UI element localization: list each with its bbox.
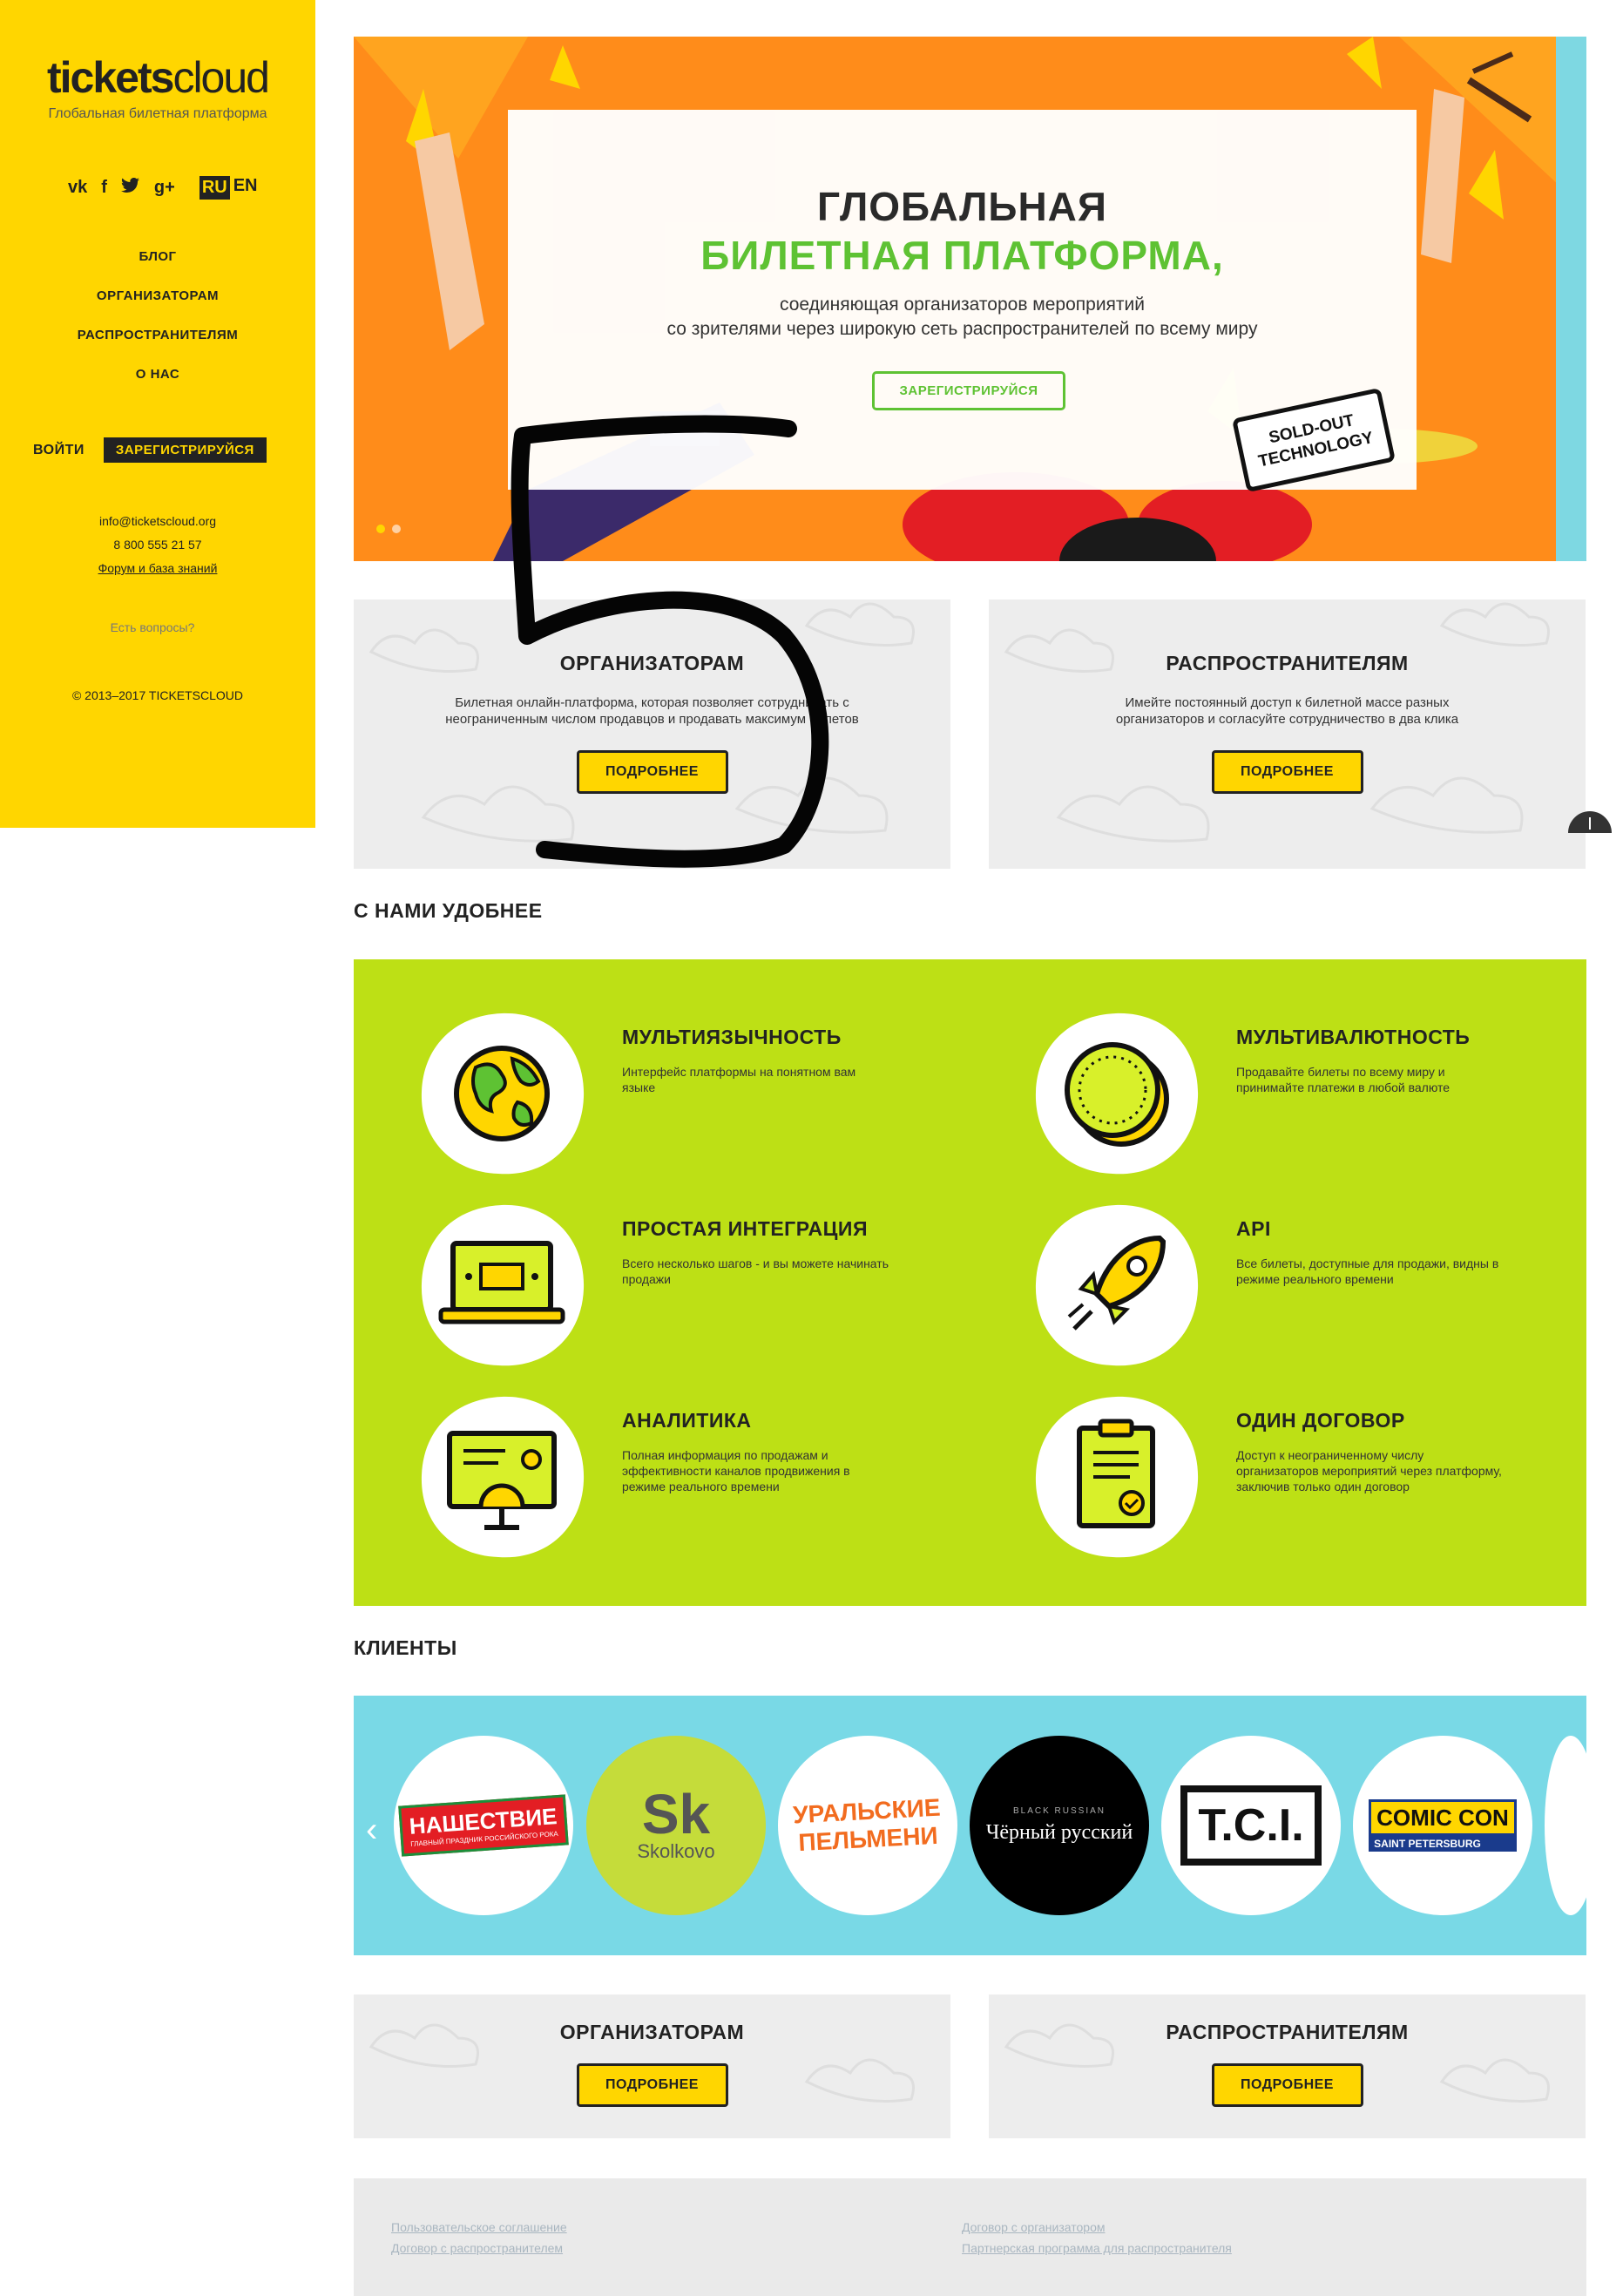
sidebar: ticketscloud Глобальная билетная платфор… xyxy=(0,0,315,828)
social-links: vk f g+ RU EN xyxy=(68,176,258,200)
client-skolkovo[interactable]: Sk Skolkovo xyxy=(586,1736,766,1915)
organizers-card-bottom: ОРГАНИЗАТОРАМ ПОДРОБНЕЕ xyxy=(354,1995,950,2138)
nav-about[interactable]: О НАС xyxy=(0,366,315,405)
hero-register-button[interactable]: ЗАРЕГИСТРИРУЙСЯ xyxy=(872,371,1065,410)
distributors-card: РАСПРОСТРАНИТЕЛЯМ Имейте постоянный дост… xyxy=(989,599,1586,869)
organizers-more-button[interactable]: ПОДРОБНЕЕ xyxy=(576,750,728,794)
nav-organizers[interactable]: ОРГАНИЗАТОРАМ xyxy=(0,288,315,327)
footer-link-user-agreement[interactable]: Пользовательское соглашение xyxy=(391,2220,567,2234)
copyright: © 2013–2017 TICKETSCLOUD xyxy=(71,688,244,702)
footer: Пользовательское соглашение Договор с ра… xyxy=(354,2178,1586,2296)
hero-subtitle: соединяющая организаторов мероприятий со… xyxy=(666,295,1258,339)
feature-text: Полная информация по продажам и эффектив… xyxy=(622,1448,850,1493)
client-tci[interactable]: T.C.I. xyxy=(1161,1736,1341,1915)
slider-dots xyxy=(376,525,401,533)
lang-ru[interactable]: RU xyxy=(199,176,230,200)
client-cherny-russky[interactable]: BLACK RUSSIAN Чёрный русский xyxy=(970,1736,1149,1915)
distributors-more-button[interactable]: ПОДРОБНЕЕ xyxy=(1211,750,1363,794)
auth-block: ВОЙТИ ЗАРЕГИСТРИРУЙСЯ xyxy=(33,437,267,463)
feature-analytics: АНАЛИТИКА Полная информация по продажам … xyxy=(354,1343,911,1558)
hero-banner: ГЛОБАЛЬНАЯ БИЛЕТНАЯ ПЛАТФОРМА, соединяющ… xyxy=(354,37,1586,561)
tagline: Глобальная билетная платформа xyxy=(48,106,267,121)
language-switcher: RU EN xyxy=(199,176,258,200)
phone-number: 8 800 555 21 57 xyxy=(113,538,202,552)
card-text: Имейте постоянный доступ к билетной масс… xyxy=(1115,695,1459,727)
logo[interactable]: ticketscloud xyxy=(0,52,315,103)
nav-blog[interactable]: БЛОГ xyxy=(0,248,315,288)
footer-link-organizer-contract[interactable]: Договор с организатором xyxy=(962,2220,1106,2234)
clients-title: КЛИЕНТЫ xyxy=(354,1636,457,1659)
carousel-prev-icon[interactable]: ‹ xyxy=(366,1811,377,1850)
nav-distributors[interactable]: РАСПРОСТРАНИТЕЛЯМ xyxy=(0,327,315,366)
vk-icon[interactable]: vk xyxy=(68,178,87,198)
carousel-next-icon[interactable]: › xyxy=(1556,1811,1567,1850)
clouds-decoration xyxy=(369,602,915,843)
features-title: С НАМИ УДОБНЕЕ xyxy=(354,899,543,922)
questions-link[interactable]: Есть вопросы? xyxy=(0,620,305,634)
hero-title: ГЛОБАЛЬНАЯ xyxy=(817,184,1107,229)
feature-one-contract: ОДИН ДОГОВОР Доступ к неограниченному чи… xyxy=(968,1343,1525,1558)
organizers-more-button-bottom[interactable]: ПОДРОБНЕЕ xyxy=(576,2063,728,2107)
card-title: РАСПРОСТРАНИТЕЛЯМ xyxy=(1166,652,1409,674)
feature-title: МУЛЬТИВАЛЮТНОСТЬ xyxy=(1236,1026,1471,1048)
footer-link-partner-program[interactable]: Партнерская программа для распространите… xyxy=(962,2241,1232,2255)
feature-text: Доступ к неограниченному числу организат… xyxy=(1236,1448,1502,1493)
feature-api: API Все билеты, доступные для продажи, в… xyxy=(968,1151,1525,1366)
twitter-icon[interactable] xyxy=(120,177,140,199)
feature-integration: ПРОСТАЯ ИНТЕГРАЦИЯ Всего несколько шагов… xyxy=(354,1151,911,1366)
hero-title-accent: БИЛЕТНАЯ ПЛАТФОРМА, xyxy=(700,233,1224,278)
email-link[interactable]: info@ticketscloud.org xyxy=(0,510,315,533)
feature-title: МУЛЬТИЯЗЫЧНОСТЬ xyxy=(622,1026,842,1048)
distributors-card-bottom: РАСПРОСТРАНИТЕЛЯМ ПОДРОБНЕЕ xyxy=(989,1995,1586,2138)
feature-title: АНАЛИТИКА xyxy=(622,1409,752,1432)
feature-text: Интерфейс платформы на понятном вам язык… xyxy=(622,1065,856,1094)
slider-dot-1[interactable] xyxy=(376,525,385,533)
facebook-icon[interactable]: f xyxy=(101,178,107,198)
card-title: ОРГАНИЗАТОРАМ xyxy=(559,652,745,674)
slider-dot-2[interactable] xyxy=(392,525,401,533)
clients-carousel: ‹ НАШЕСТВИЕ ГЛАВНЫЙ ПРАЗДНИК РОССИЙСКОГО… xyxy=(354,1696,1586,1955)
distributors-more-button-bottom[interactable]: ПОДРОБНЕЕ xyxy=(1211,2063,1363,2107)
card-text: Билетная онлайн-платформа, которая позво… xyxy=(445,695,859,727)
card-title: ОРГАНИЗАТОРАМ xyxy=(559,2021,745,2043)
feature-text: Всего несколько шагов - и вы можете начи… xyxy=(622,1256,889,1286)
organizers-card: ОРГАНИЗАТОРАМ Билетная онлайн-платформа,… xyxy=(354,599,950,869)
analytics-monitor-icon xyxy=(421,1396,585,1558)
feature-title: ПРОСТАЯ ИНТЕГРАЦИЯ xyxy=(622,1217,868,1240)
features-section: МУЛЬТИЯЗЫЧНОСТЬ Интерфейс платформы на п… xyxy=(354,959,1586,1606)
client-uralskie-pelmeni[interactable]: УРАЛЬСКИЕ ПЕЛЬМЕНИ xyxy=(778,1736,957,1915)
feature-title: API xyxy=(1236,1217,1271,1240)
clouds-decoration xyxy=(1004,602,1550,843)
forum-link[interactable]: Форум и база знаний xyxy=(0,557,315,580)
main-nav: БЛОГ ОРГАНИЗАТОРАМ РАСПРОСТРАНИТЕЛЯМ О Н… xyxy=(0,248,315,405)
google-plus-icon[interactable]: g+ xyxy=(154,178,175,198)
card-title: РАСПРОСТРАНИТЕЛЯМ xyxy=(1166,2021,1409,2043)
client-nashestvie[interactable]: НАШЕСТВИЕ ГЛАВНЫЙ ПРАЗДНИК РОССИЙСКОГО Р… xyxy=(394,1736,573,1915)
scroll-up-icon[interactable] xyxy=(1568,807,1612,833)
feature-text: Продавайте билеты по всему миру и приним… xyxy=(1236,1065,1451,1094)
feature-multicurrency: МУЛЬТИВАЛЮТНОСТЬ Продавайте билеты по вс… xyxy=(968,959,1525,1175)
register-button[interactable]: ЗАРЕГИСТРИРУЙСЯ xyxy=(103,437,267,463)
footer-link-distributor-contract[interactable]: Договор с распространителем xyxy=(391,2241,563,2255)
contract-clipboard-icon xyxy=(1035,1396,1199,1558)
client-comic-con[interactable]: COMIC CON SAINT PETERSBURG xyxy=(1353,1736,1532,1915)
contacts: info@ticketscloud.org 8 800 555 21 57 Фо… xyxy=(0,510,315,580)
login-link[interactable]: ВОЙТИ xyxy=(33,443,85,458)
feature-text: Все билеты, доступные для продажи, видны… xyxy=(1236,1256,1499,1286)
lang-en[interactable]: EN xyxy=(233,176,258,200)
feature-multilanguage: МУЛЬТИЯЗЫЧНОСТЬ Интерфейс платформы на п… xyxy=(354,959,911,1175)
feature-title: ОДИН ДОГОВОР xyxy=(1236,1409,1405,1432)
